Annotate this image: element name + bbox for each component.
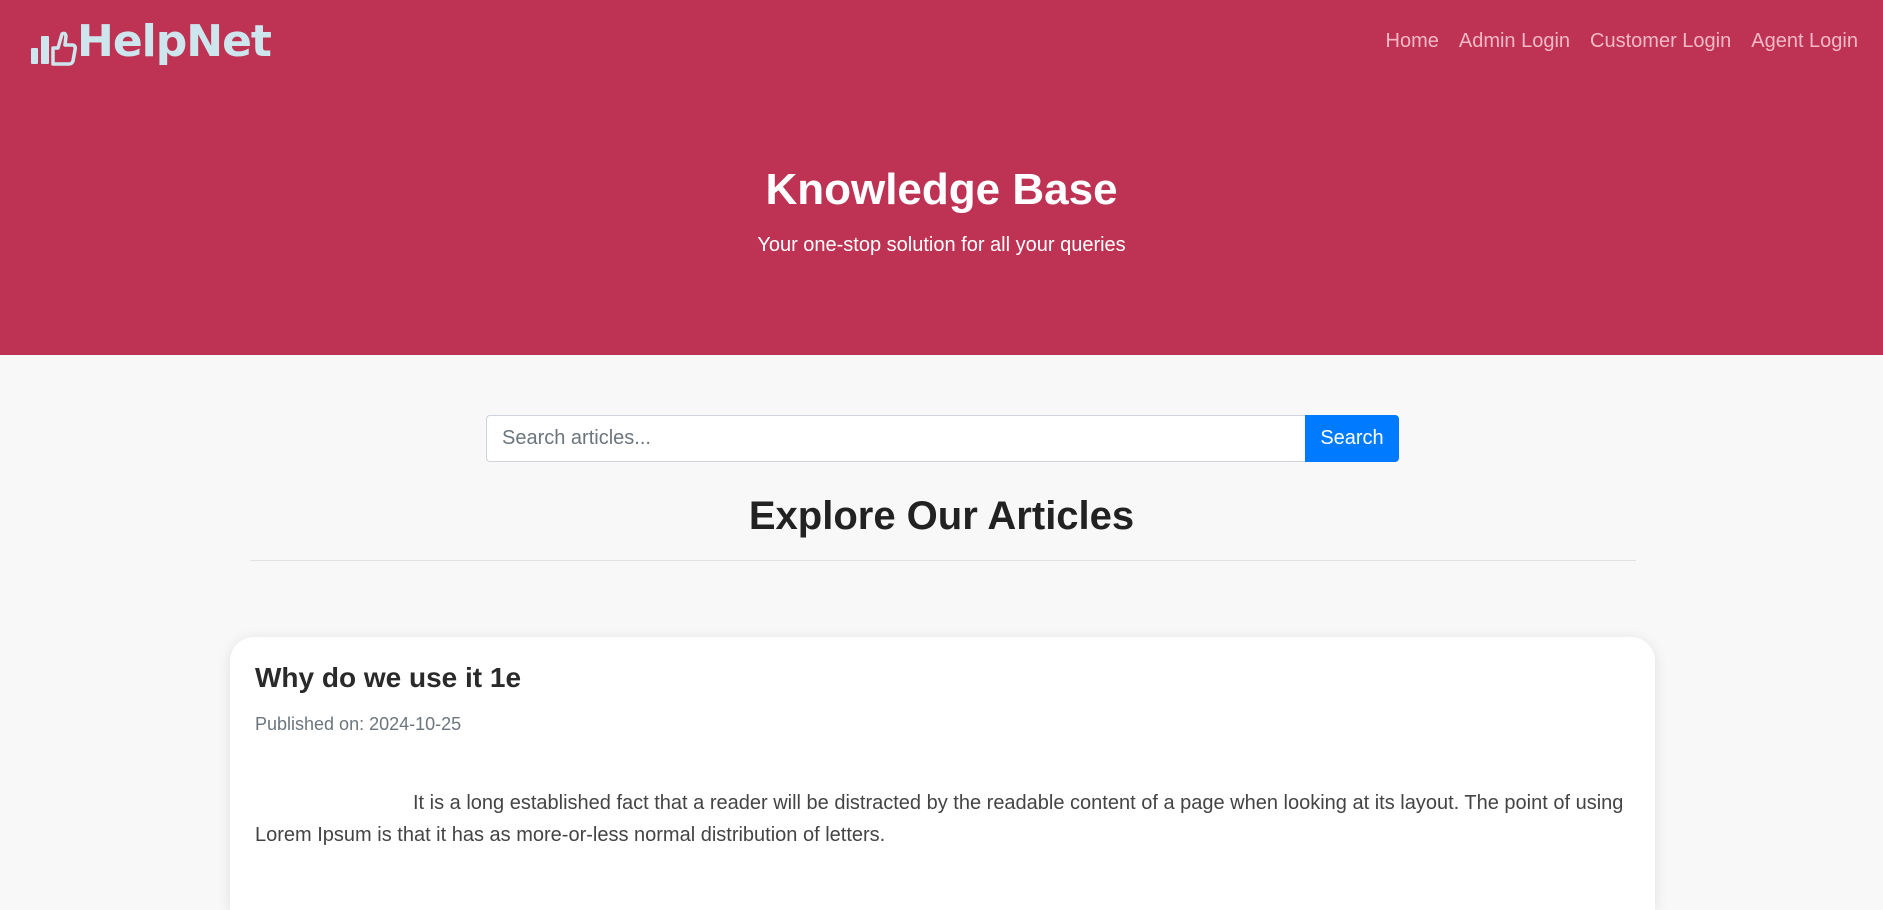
article-excerpt: It is a long established fact that a rea… [255, 792, 1624, 846]
search-input[interactable] [486, 415, 1305, 462]
top-nav: Home Admin Login Customer Login Agent Lo… [1386, 28, 1859, 54]
nav-link-home[interactable]: Home [1386, 28, 1439, 54]
logo-text: HelpNet [77, 16, 272, 67]
nav-link-admin-login[interactable]: Admin Login [1459, 28, 1570, 54]
article-card[interactable]: Why do we use it 1e Published on: 2024-1… [230, 637, 1655, 910]
hero-subtitle: Your one-stop solution for all your quer… [757, 234, 1126, 256]
article-title[interactable]: Why do we use it 1e [255, 660, 521, 696]
nav-link-customer-login[interactable]: Customer Login [1590, 28, 1731, 54]
search-button[interactable]: Search [1305, 415, 1399, 462]
hero-title: Knowledge Base [765, 165, 1118, 214]
nav-link-agent-login[interactable]: Agent Login [1751, 28, 1858, 54]
section-title: Explore Our Articles [748, 494, 1135, 538]
search-form: Search [486, 415, 1399, 462]
section-divider [250, 560, 1636, 561]
bar-chart-thumbs-up-icon [31, 31, 77, 66]
article-published-date: Published on: 2024-10-25 [255, 714, 462, 734]
logo[interactable]: HelpNet [29, 16, 272, 68]
hero-banner: HelpNet Home Admin Login Customer Login … [0, 0, 1883, 355]
